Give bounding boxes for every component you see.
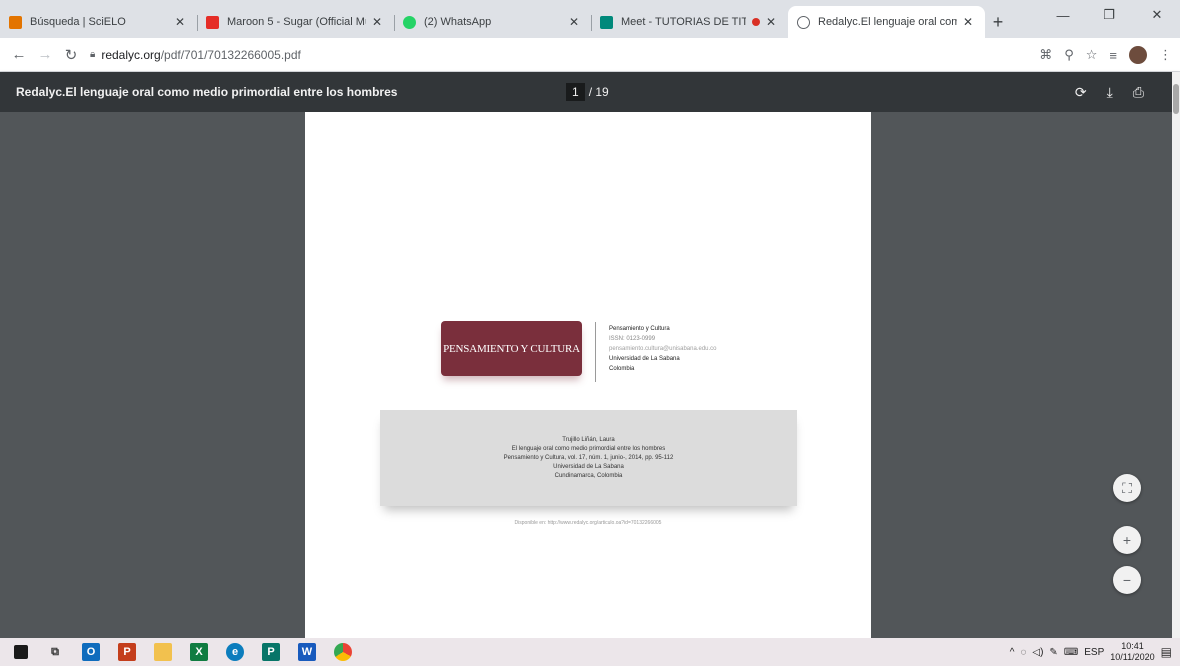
page-total: / 19 bbox=[588, 85, 609, 99]
journal-university: Universidad de La Sabana bbox=[609, 356, 680, 362]
close-icon[interactable]: ✕ bbox=[370, 15, 384, 29]
journal-country: Colombia bbox=[609, 366, 635, 372]
citation-source: Pensamiento y Cultura, vol. 17, núm. 1, … bbox=[503, 454, 674, 461]
tab-title: Maroon 5 - Sugar (Official Mu bbox=[227, 16, 366, 28]
print-icon[interactable]: ⎙ bbox=[1133, 84, 1144, 101]
new-tab-button[interactable]: + bbox=[985, 6, 1011, 38]
outlook-icon[interactable]: O bbox=[82, 643, 100, 661]
edge-icon[interactable]: e bbox=[226, 643, 244, 661]
language-indicator[interactable]: ESP bbox=[1084, 647, 1104, 658]
clock[interactable]: 10:41 10/11/2020 bbox=[1110, 641, 1154, 663]
menu-icon[interactable]: ⋮ bbox=[1159, 47, 1172, 63]
pdf-title: Redalyc.El lenguaje oral como medio prim… bbox=[16, 85, 398, 99]
close-icon[interactable]: ✕ bbox=[567, 15, 581, 29]
divider bbox=[595, 322, 596, 382]
minimize-icon[interactable]: — bbox=[1040, 0, 1086, 30]
page-number-input[interactable]: 1 bbox=[566, 83, 585, 101]
youtube-icon bbox=[206, 16, 219, 29]
excel-icon[interactable]: X bbox=[190, 643, 208, 661]
close-icon[interactable]: ✕ bbox=[173, 15, 187, 29]
tab-redalyc[interactable]: Redalyc.El lenguaje oral como ✕ bbox=[788, 6, 985, 38]
tab-title: Redalyc.El lenguaje oral como bbox=[818, 16, 957, 28]
network-icon[interactable]: ◌ bbox=[1020, 647, 1026, 658]
pdf-viewer: PENSAMIENTO Y CULTURA Pensamiento y Cult… bbox=[0, 112, 1172, 638]
restore-icon[interactable]: ❐ bbox=[1086, 0, 1132, 30]
journal-info: Pensamiento y Cultura ISSN: 0123-0999 pe… bbox=[609, 324, 717, 374]
clock-time: 10:41 bbox=[1121, 641, 1144, 651]
citation-publisher: Universidad de La Sabana bbox=[553, 463, 624, 470]
journal-logo: PENSAMIENTO Y CULTURA bbox=[441, 321, 582, 376]
scielo-icon bbox=[9, 16, 22, 29]
journal-email: pensamiento.cultura@unisabana.edu.co bbox=[609, 346, 717, 352]
citation-location: Cundinamarca, Colombia bbox=[554, 472, 623, 479]
avatar[interactable] bbox=[1129, 46, 1147, 64]
url-domain: redalyc.org bbox=[101, 47, 161, 62]
scrollbar[interactable] bbox=[1172, 72, 1180, 638]
rotate-icon[interactable]: ⟳ bbox=[1075, 84, 1087, 101]
window-close-icon[interactable]: ✕ bbox=[1134, 0, 1180, 30]
windows-start-icon[interactable] bbox=[14, 645, 28, 659]
zoom-icon[interactable]: ⚲ bbox=[1064, 47, 1074, 63]
journal-issn: ISSN: 0123-0999 bbox=[609, 336, 656, 342]
zoom-out-button[interactable]: − bbox=[1113, 566, 1141, 594]
lock-icon: 🔒︎ bbox=[90, 49, 96, 60]
tab-title: (2) WhatsApp bbox=[424, 16, 492, 28]
tab-title: Búsqueda | SciELO bbox=[30, 16, 126, 28]
journal-name: Pensamiento y Cultura bbox=[609, 326, 670, 332]
available-link[interactable]: Disponible en: http://www.redalyc.org/ar… bbox=[305, 520, 871, 526]
tab-strip: Búsqueda | SciELO ✕ Maroon 5 - Sugar (Of… bbox=[0, 0, 1180, 38]
zoom-in-button[interactable]: + bbox=[1113, 526, 1141, 554]
translate-icon[interactable]: ⌘ bbox=[1039, 47, 1052, 63]
chrome-icon[interactable] bbox=[334, 643, 352, 661]
citation-title: El lenguaje oral como medio primordial e… bbox=[511, 445, 666, 452]
tab-meet[interactable]: Meet - TUTORIAS DE TITU ✕ bbox=[591, 6, 788, 38]
word-icon[interactable]: W bbox=[298, 643, 316, 661]
system-tray: ^ ◌ ◁) ✎ ⌨ ESP 10:41 10/11/2020 ▤ bbox=[1010, 638, 1180, 666]
publisher-icon[interactable]: P bbox=[262, 643, 280, 661]
clock-date: 10/11/2020 bbox=[1110, 652, 1155, 662]
browser-toolbar: ← → ↻ 🔒︎ redalyc.org/pdf/701/70132266005… bbox=[0, 38, 1180, 72]
keyboard-icon[interactable]: ⌨ bbox=[1064, 647, 1078, 658]
windows-taskbar: ⧉ O P X e P W ^ ◌ ◁) ✎ ⌨ ESP 10:41 10/11… bbox=[0, 638, 1180, 666]
download-icon[interactable]: ⤓ bbox=[1107, 84, 1113, 101]
close-icon[interactable]: ✕ bbox=[764, 15, 778, 29]
tab-whatsapp[interactable]: (2) WhatsApp ✕ bbox=[394, 6, 591, 38]
powerpoint-icon[interactable]: P bbox=[118, 643, 136, 661]
url-path: /pdf/701/70132266005.pdf bbox=[160, 47, 301, 62]
pdf-toolbar: Redalyc.El lenguaje oral como medio prim… bbox=[0, 72, 1180, 112]
pdf-page: PENSAMIENTO Y CULTURA Pensamiento y Cult… bbox=[305, 112, 871, 638]
globe-icon bbox=[797, 16, 810, 29]
fit-page-button[interactable]: ⛶ bbox=[1113, 474, 1141, 502]
scrollbar-thumb[interactable] bbox=[1173, 84, 1179, 114]
file-explorer-icon[interactable] bbox=[154, 643, 172, 661]
tab-scielo[interactable]: Búsqueda | SciELO ✕ bbox=[0, 6, 197, 38]
tab-title: Meet - TUTORIAS DE TITU bbox=[621, 16, 746, 28]
meet-icon bbox=[600, 16, 613, 29]
recording-icon bbox=[752, 18, 760, 26]
tab-youtube[interactable]: Maroon 5 - Sugar (Official Mu ✕ bbox=[197, 6, 394, 38]
chevron-up-icon[interactable]: ^ bbox=[1010, 647, 1015, 658]
notifications-icon[interactable]: ▤ bbox=[1161, 645, 1172, 659]
bookmark-star-icon[interactable]: ☆ bbox=[1086, 47, 1098, 63]
back-icon[interactable]: ← bbox=[6, 46, 32, 63]
reading-list-icon[interactable]: ≡ bbox=[1109, 48, 1117, 63]
address-bar[interactable]: 🔒︎ redalyc.org/pdf/701/70132266005.pdf bbox=[90, 48, 301, 62]
pen-icon[interactable]: ✎ bbox=[1049, 647, 1057, 658]
volume-icon[interactable]: ◁) bbox=[1032, 647, 1043, 658]
task-view-icon[interactable]: ⧉ bbox=[46, 643, 64, 661]
close-icon[interactable]: ✕ bbox=[961, 15, 975, 29]
citation-box: Trujillo Liñán, Laura El lenguaje oral c… bbox=[380, 410, 797, 506]
citation-author: Trujillo Liñán, Laura bbox=[562, 436, 615, 443]
forward-icon[interactable]: → bbox=[32, 46, 58, 63]
reload-icon[interactable]: ↻ bbox=[58, 46, 84, 64]
page-indicator: 1 / 19 bbox=[566, 83, 609, 101]
whatsapp-icon bbox=[403, 16, 416, 29]
